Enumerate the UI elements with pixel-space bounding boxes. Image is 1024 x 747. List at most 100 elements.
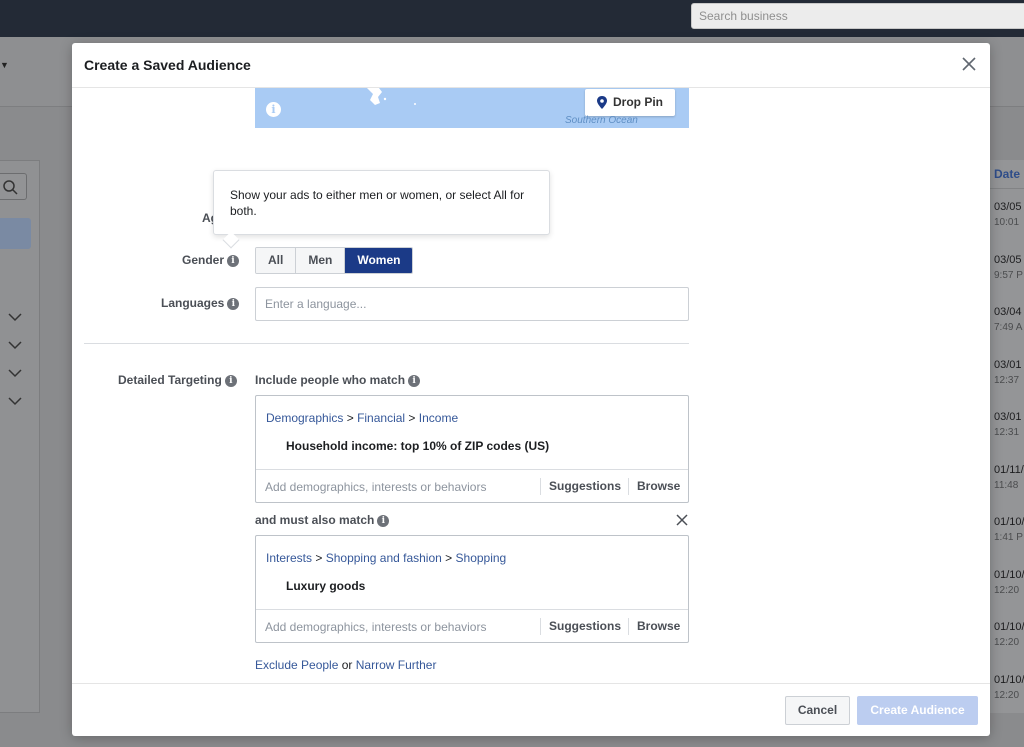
pin-icon <box>597 96 607 109</box>
row-date: 01/10/ <box>994 569 1024 581</box>
tooltip-arrow <box>222 231 240 249</box>
row-time: 11:48 <box>994 480 1019 491</box>
include-label: Include people who match <box>255 373 406 387</box>
row-time: 7:49 A <box>994 322 1023 333</box>
info-icon[interactable]: i <box>266 102 281 117</box>
crumb-demographics[interactable]: Demographics <box>266 411 343 425</box>
row-time: 12:20 <box>994 637 1020 648</box>
info-icon[interactable]: i <box>408 375 421 387</box>
include-label-row: Include people who match i <box>255 373 421 387</box>
map-landmass <box>367 88 416 105</box>
row-date: 01/11/ <box>994 464 1024 476</box>
detailed-targeting-label-row: Detailed Targeting i <box>118 373 237 387</box>
table-row[interactable]: 03/01 12:37 <box>994 358 1024 388</box>
row-time: 10:01 <box>994 217 1020 228</box>
browse-button[interactable]: Browse <box>628 618 680 635</box>
remove-group-icon[interactable] <box>676 514 688 526</box>
search-business-input[interactable]: Search business <box>691 3 1024 29</box>
row-date: 03/01 <box>994 411 1022 423</box>
drop-pin-button[interactable]: Drop Pin <box>585 89 675 116</box>
exclude-people-link[interactable]: Exclude People <box>255 658 338 672</box>
caret-down-icon[interactable]: ▼ <box>0 60 9 70</box>
chevron-down-icon[interactable] <box>8 312 22 322</box>
table-row[interactable]: 01/11/11:48 <box>994 463 1024 493</box>
row-date: 03/05 <box>994 254 1022 266</box>
dialog-header: Create a Saved Audience <box>72 43 990 88</box>
row-date: 03/04 <box>994 306 1022 318</box>
date-column-header[interactable]: Date <box>994 167 1020 181</box>
table-row[interactable]: 03/01 12:31 <box>994 410 1024 440</box>
browse-button[interactable]: Browse <box>628 478 680 495</box>
suggestions-button[interactable]: Suggestions <box>540 478 621 495</box>
row-date: 03/05 <box>994 201 1022 213</box>
table-divider <box>990 188 1024 189</box>
info-icon[interactable]: i <box>227 255 240 267</box>
chevron-down-icon[interactable] <box>8 368 22 378</box>
targeting-search-field[interactable]: Add demographics, interests or behaviors… <box>256 469 688 502</box>
dialog-footer: Cancel Create Audience <box>72 683 990 736</box>
crumb-income[interactable]: Income <box>419 411 458 425</box>
map-ocean-label: Southern Ocean <box>565 115 638 126</box>
gender-all-button[interactable]: All <box>256 248 297 273</box>
must-also-label: and must also match <box>255 513 375 527</box>
row-time: 12:20 <box>994 690 1020 701</box>
gender-men-button[interactable]: Men <box>296 248 346 273</box>
table-row[interactable]: 03/04 7:49 A <box>994 305 1024 335</box>
info-icon[interactable]: i <box>224 375 237 387</box>
close-icon[interactable] <box>961 56 977 72</box>
location-map[interactable]: i Drop Pin Southern Ocean <box>255 88 689 128</box>
languages-label: Languages <box>161 296 225 310</box>
gender-label-row: Gender i <box>182 253 240 267</box>
create-saved-audience-dialog: Create a Saved Audience i Drop Pin South… <box>72 43 990 736</box>
table-row[interactable]: 01/10/12:20 <box>994 673 1024 703</box>
crumb-interests[interactable]: Interests <box>266 551 312 565</box>
row-time: 12:31 <box>994 427 1020 438</box>
crumb-shopping[interactable]: Shopping <box>456 551 507 565</box>
must-also-label-row: and must also match i <box>255 513 390 527</box>
row-date: 01/10/ <box>994 674 1024 686</box>
search-icon[interactable] <box>0 173 27 200</box>
row-date: 03/01 <box>994 359 1022 371</box>
cancel-button[interactable]: Cancel <box>785 696 850 725</box>
row-date: 01/10/ <box>994 621 1024 633</box>
dialog-body: i Drop Pin Southern Ocean Ag Show your a… <box>72 88 990 685</box>
row-date: 01/10/ <box>994 516 1024 528</box>
crumb-financial[interactable]: Financial <box>357 411 405 425</box>
table-row[interactable]: 03/05 9:57 P <box>994 253 1024 283</box>
row-time: 12:20 <box>994 585 1020 596</box>
chevron-down-icon[interactable] <box>8 340 22 350</box>
crumb-shopping-and-fashion[interactable]: Shopping and fashion <box>326 551 442 565</box>
targeting-search-placeholder: Add demographics, interests or behaviors <box>265 480 487 494</box>
drop-pin-label: Drop Pin <box>613 95 663 109</box>
gender-tooltip: Show your ads to either men or women, or… <box>213 170 550 249</box>
tooltip-text: Show your ads to either men or women, or… <box>230 188 525 218</box>
table-row[interactable]: 01/10/12:20 <box>994 620 1024 650</box>
targeting-search-field[interactable]: Add demographics, interests or behaviors… <box>256 609 688 642</box>
gender-women-button[interactable]: Women <box>345 248 413 273</box>
selected-targeting-item[interactable]: Luxury goods <box>286 579 365 593</box>
table-row[interactable]: 01/10/1:41 P <box>994 515 1024 545</box>
languages-label-row: Languages i <box>161 296 240 310</box>
breadcrumb: Demographics > Financial > Income <box>266 411 459 425</box>
table-row[interactable]: 03/05 10:01 <box>994 200 1024 230</box>
targeting-links: Exclude People or Narrow Further <box>255 658 436 672</box>
breadcrumb: Interests > Shopping and fashion > Shopp… <box>266 551 507 565</box>
background-selected-item[interactable] <box>0 218 31 249</box>
create-audience-button[interactable]: Create Audience <box>857 696 978 725</box>
info-icon[interactable]: i <box>377 515 390 527</box>
selected-targeting-item[interactable]: Household income: top 10% of ZIP codes (… <box>286 439 549 453</box>
info-icon[interactable]: i <box>227 298 240 310</box>
row-time: 1:41 P <box>994 532 1023 543</box>
row-time: 12:37 <box>994 375 1020 386</box>
or-text: or <box>341 658 353 672</box>
suggestions-button[interactable]: Suggestions <box>540 618 621 635</box>
detailed-targeting-label: Detailed Targeting <box>118 373 222 387</box>
row-time: 9:57 P <box>994 270 1023 281</box>
include-targeting-box: Demographics > Financial > Income Househ… <box>255 395 689 503</box>
narrow-further-link[interactable]: Narrow Further <box>356 658 437 672</box>
gender-selector: All Men Women <box>255 247 414 274</box>
language-input[interactable]: Enter a language... <box>255 287 689 321</box>
dialog-title: Create a Saved Audience <box>84 57 251 73</box>
chevron-down-icon[interactable] <box>8 396 22 406</box>
table-row[interactable]: 01/10/12:20 <box>994 568 1024 598</box>
